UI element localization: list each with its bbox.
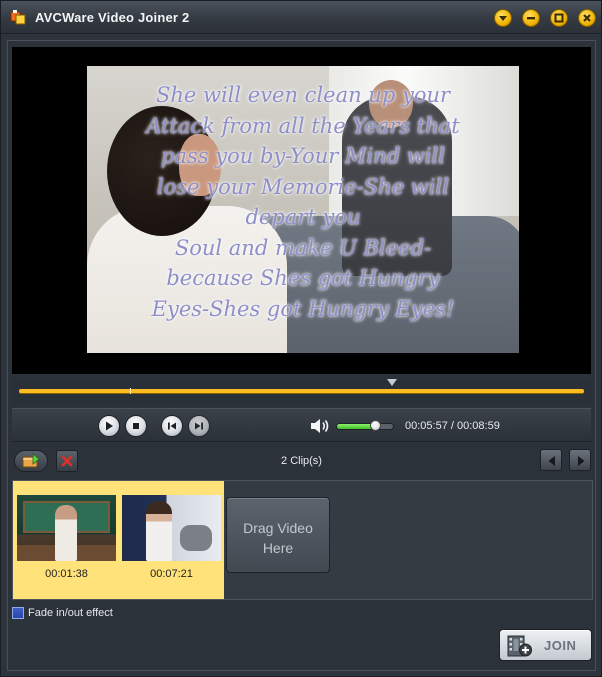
volume-icon[interactable] — [310, 418, 330, 439]
video-lyrics-overlay: She will even clean up your Attack from … — [146, 83, 460, 321]
skip-back-icon — [168, 422, 176, 430]
seek-thumb[interactable] — [386, 379, 397, 386]
seek-track[interactable] — [19, 389, 584, 393]
title-bar[interactable]: AVCWare Video Joiner 2 — [1, 1, 601, 34]
play-button[interactable] — [98, 415, 120, 437]
app-window: AVCWare Video Joiner 2 She will even cle… — [0, 0, 602, 677]
fade-label: Fade in/out effect — [28, 607, 113, 619]
play-icon — [106, 421, 113, 431]
drag-video-drop-zone[interactable]: Drag Video Here — [226, 497, 330, 573]
video-frame: She will even clean up your Attack from … — [87, 66, 519, 353]
clip-count-label: 2 Clip(s) — [281, 455, 322, 467]
move-left-button[interactable] — [540, 449, 562, 471]
maximize-button[interactable] — [550, 9, 568, 27]
time-display: 00:05:57 / 00:08:59 — [405, 420, 500, 432]
clip-duration: 00:01:38 — [45, 568, 88, 580]
volume-knob[interactable] — [369, 420, 381, 431]
current-time: 00:05:57 — [405, 420, 448, 432]
minimize-icon — [527, 17, 535, 20]
move-right-button[interactable] — [569, 449, 591, 471]
stop-icon — [133, 423, 139, 429]
clip-toolbar: 2 Clip(s) — [12, 446, 591, 476]
maximize-icon — [554, 13, 564, 23]
clip-list[interactable]: 00:01:38 00:07:21 Drag Video Here — [12, 480, 593, 600]
total-time: 00:08:59 — [457, 420, 500, 432]
video-preview[interactable]: She will even clean up your Attack from … — [12, 47, 591, 374]
chevron-down-icon — [499, 16, 507, 21]
seek-marker — [130, 388, 131, 394]
close-button[interactable] — [578, 9, 596, 27]
playback-controls: 00:05:57 / 00:08:59 — [12, 408, 591, 442]
clip-thumbnail[interactable] — [17, 495, 116, 561]
arrow-right-icon — [578, 456, 585, 466]
clip-item[interactable]: 00:07:21 — [122, 495, 221, 583]
film-join-icon — [507, 635, 533, 662]
join-button[interactable]: JOIN — [499, 629, 592, 661]
join-label: JOIN — [544, 638, 577, 653]
arrow-left-icon — [548, 456, 555, 466]
stop-button[interactable] — [125, 415, 147, 437]
clip-item[interactable]: 00:01:38 — [17, 495, 116, 583]
clip-thumbnail[interactable] — [122, 495, 221, 561]
seek-bar[interactable] — [12, 378, 591, 405]
volume-slider[interactable] — [336, 423, 394, 430]
app-logo-icon — [10, 9, 26, 25]
skip-forward-icon — [195, 422, 203, 430]
clip-duration: 00:07:21 — [150, 568, 193, 580]
window-title: AVCWare Video Joiner 2 — [35, 10, 190, 25]
fade-checkbox[interactable] — [12, 607, 24, 619]
menu-button[interactable] — [494, 9, 512, 27]
close-icon — [583, 14, 591, 22]
next-button[interactable] — [188, 415, 210, 437]
minimize-button[interactable] — [522, 9, 540, 27]
previous-button[interactable] — [161, 415, 183, 437]
